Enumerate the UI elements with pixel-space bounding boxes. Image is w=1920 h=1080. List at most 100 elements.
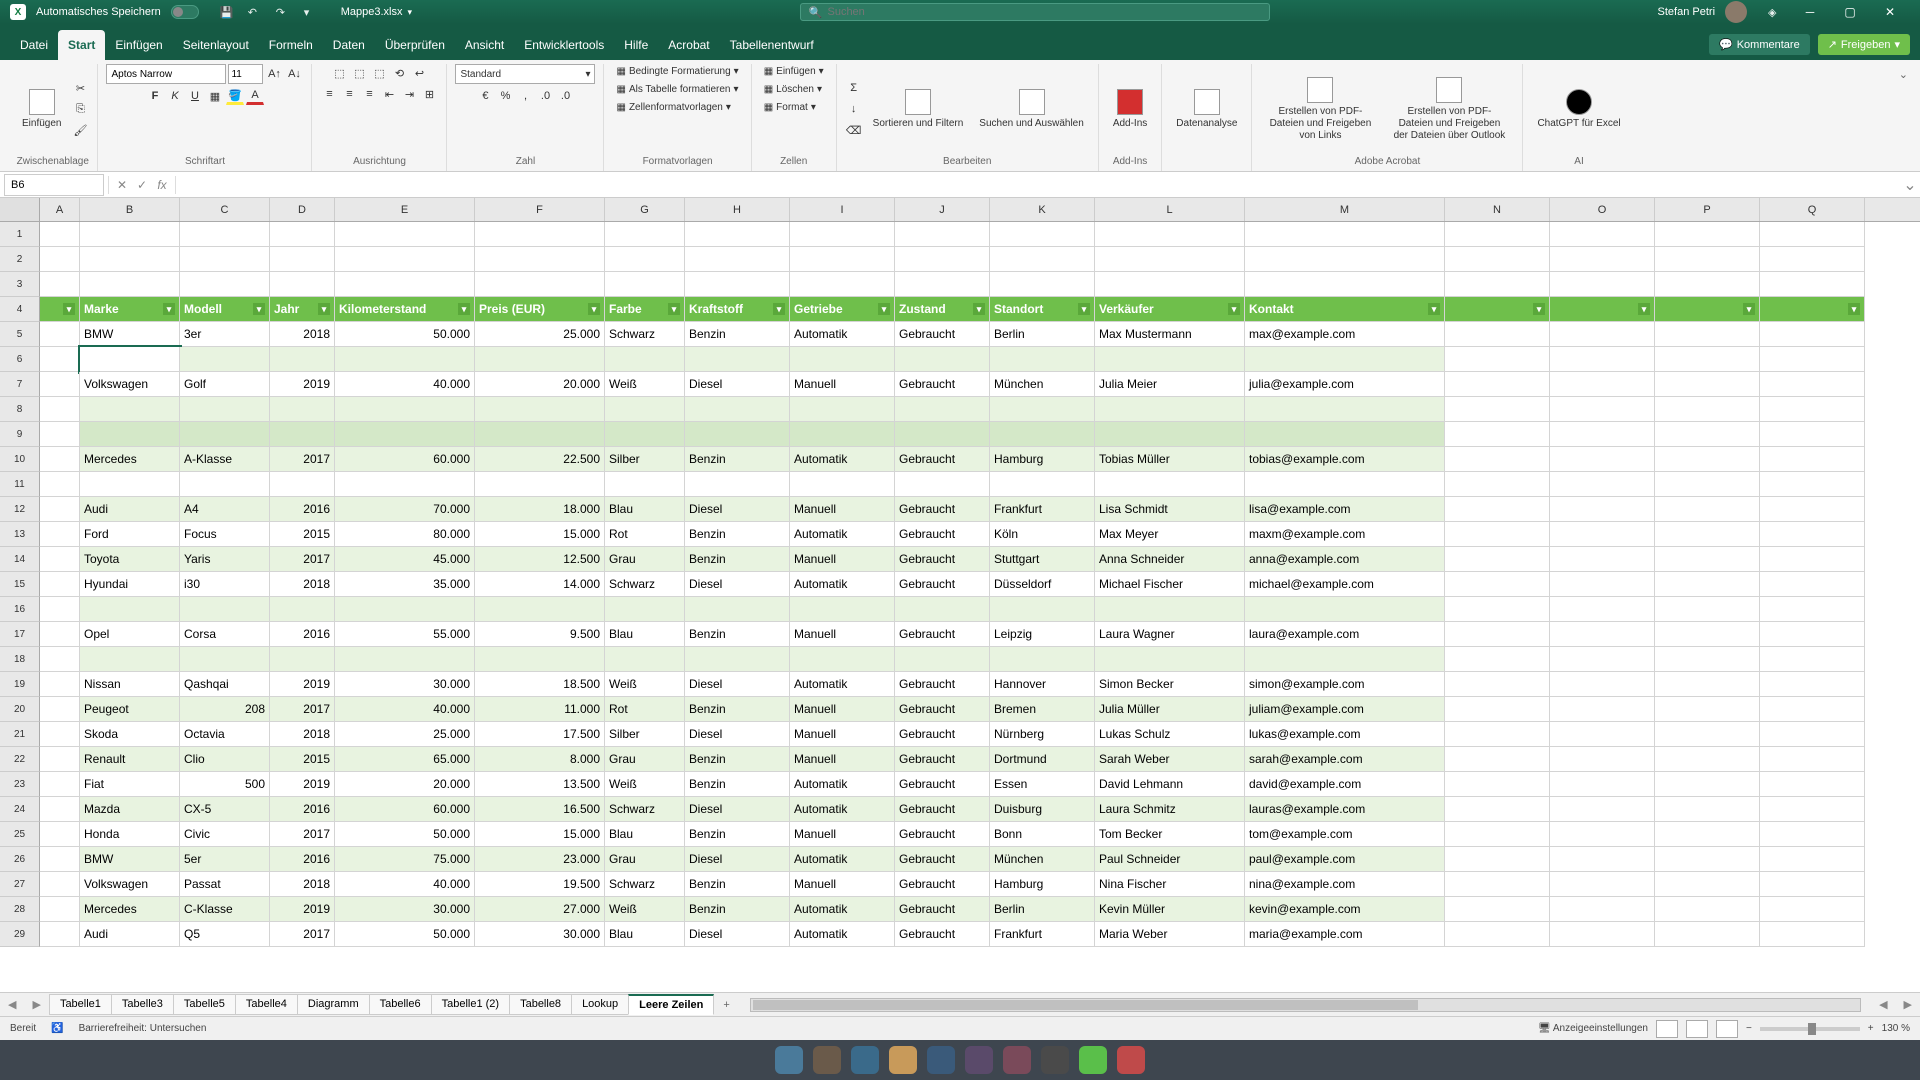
redo-icon[interactable]: ↷ — [276, 6, 292, 19]
cell[interactable] — [1760, 372, 1865, 397]
cell[interactable] — [1445, 772, 1550, 797]
cell[interactable]: julia@example.com — [1245, 372, 1445, 397]
cell[interactable] — [1760, 522, 1865, 547]
cell-styles-button[interactable]: ▦Zellenformatvorlagen▾ — [612, 100, 734, 115]
taskbar-icon[interactable] — [1079, 1046, 1107, 1074]
cell[interactable]: 2016 — [270, 497, 335, 522]
sheet-tab[interactable]: Tabelle1 — [49, 994, 112, 1015]
sort-filter-button[interactable]: Sortieren und Filtern — [867, 85, 970, 134]
cell[interactable]: Blau — [605, 822, 685, 847]
sheet-tab[interactable]: Tabelle5 — [173, 994, 236, 1015]
currency-button[interactable]: € — [476, 87, 494, 105]
cell[interactable]: Schwarz — [605, 322, 685, 347]
cell[interactable] — [1445, 572, 1550, 597]
cell[interactable] — [1550, 547, 1655, 572]
cell[interactable]: Köln — [990, 522, 1095, 547]
cell[interactable]: Nina Fischer — [1095, 872, 1245, 897]
cell[interactable]: Diesel — [685, 372, 790, 397]
cell[interactable] — [1445, 872, 1550, 897]
cell[interactable] — [335, 397, 475, 422]
cell[interactable]: Clio — [180, 747, 270, 772]
cell[interactable] — [1095, 472, 1245, 497]
indent-decrease-button[interactable]: ⇤ — [380, 85, 398, 103]
cell[interactable] — [605, 647, 685, 672]
cell[interactable] — [1095, 347, 1245, 372]
cell[interactable]: Duisburg — [990, 797, 1095, 822]
cell[interactable]: BMW — [80, 847, 180, 872]
cell[interactable] — [270, 222, 335, 247]
format-cells-button[interactable]: ▦Format▾ — [760, 100, 820, 115]
cell[interactable] — [1760, 247, 1865, 272]
cell[interactable] — [80, 222, 180, 247]
cell[interactable] — [40, 747, 80, 772]
find-select-button[interactable]: Suchen und Auswählen — [973, 85, 1090, 134]
row-header[interactable]: 12 — [0, 497, 40, 522]
cell[interactable] — [990, 597, 1095, 622]
save-icon[interactable]: 💾 — [220, 6, 236, 19]
cell[interactable]: Max Meyer — [1095, 522, 1245, 547]
table-header-cell[interactable]: Farbe — [605, 297, 685, 322]
formula-input[interactable] — [176, 179, 1900, 191]
cell[interactable]: Nürnberg — [990, 722, 1095, 747]
cell[interactable] — [40, 547, 80, 572]
col-header[interactable]: K — [990, 198, 1095, 221]
cell[interactable] — [1445, 922, 1550, 947]
row-header[interactable]: 7 — [0, 372, 40, 397]
cell[interactable] — [1655, 297, 1760, 322]
cell[interactable] — [1550, 597, 1655, 622]
cell[interactable]: Weiß — [605, 897, 685, 922]
cell[interactable]: Kevin Müller — [1095, 897, 1245, 922]
cell[interactable] — [270, 247, 335, 272]
row-header[interactable]: 9 — [0, 422, 40, 447]
cell[interactable] — [605, 422, 685, 447]
cell[interactable]: Golf — [180, 372, 270, 397]
increase-font-button[interactable]: A↑ — [265, 65, 283, 83]
cell[interactable] — [1655, 547, 1760, 572]
cell[interactable] — [1655, 422, 1760, 447]
cell[interactable]: Diesel — [685, 797, 790, 822]
align-center-button[interactable]: ≡ — [340, 85, 358, 103]
cell[interactable] — [1095, 222, 1245, 247]
cell[interactable] — [1760, 572, 1865, 597]
cell[interactable]: paul@example.com — [1245, 847, 1445, 872]
cell[interactable] — [1655, 922, 1760, 947]
cell[interactable]: Benzin — [685, 447, 790, 472]
row-header[interactable]: 6 — [0, 347, 40, 372]
cell[interactable] — [1760, 672, 1865, 697]
ribbon-tab-datei[interactable]: Datei — [10, 30, 58, 60]
cell[interactable]: Civic — [180, 822, 270, 847]
cell[interactable] — [1655, 847, 1760, 872]
cell[interactable] — [1445, 347, 1550, 372]
cell[interactable] — [335, 222, 475, 247]
cell[interactable] — [1550, 497, 1655, 522]
ribbon-tab-überprüfen[interactable]: Überprüfen — [375, 30, 455, 60]
cell[interactable]: Focus — [180, 522, 270, 547]
cell[interactable]: Hannover — [990, 672, 1095, 697]
sheet-nav-next[interactable]: ▶ — [24, 998, 48, 1011]
cell[interactable]: 2019 — [270, 372, 335, 397]
ribbon-tab-tabellenentwurf[interactable]: Tabellenentwurf — [720, 30, 824, 60]
col-header[interactable]: E — [335, 198, 475, 221]
table-header-cell[interactable]: Modell — [180, 297, 270, 322]
cell[interactable] — [1760, 322, 1865, 347]
cell[interactable]: Mazda — [80, 797, 180, 822]
cell[interactable]: 30.000 — [475, 922, 605, 947]
col-header[interactable]: I — [790, 198, 895, 221]
cell[interactable]: 19.500 — [475, 872, 605, 897]
cell[interactable] — [605, 347, 685, 372]
merge-button[interactable]: ⊞ — [420, 85, 438, 103]
cell[interactable]: 2017 — [270, 922, 335, 947]
cell[interactable] — [1445, 472, 1550, 497]
cell[interactable]: Passat — [180, 872, 270, 897]
col-header[interactable]: D — [270, 198, 335, 221]
cell[interactable] — [1550, 672, 1655, 697]
cell[interactable]: 30.000 — [335, 897, 475, 922]
ribbon-collapse-icon[interactable]: ⌄ — [1899, 68, 1908, 81]
cell[interactable] — [1445, 322, 1550, 347]
cell[interactable] — [1245, 272, 1445, 297]
cell[interactable]: Mercedes — [80, 447, 180, 472]
table-header-cell[interactable]: Getriebe — [790, 297, 895, 322]
cell[interactable]: david@example.com — [1245, 772, 1445, 797]
cell[interactable] — [1760, 797, 1865, 822]
cell[interactable]: Octavia — [180, 722, 270, 747]
